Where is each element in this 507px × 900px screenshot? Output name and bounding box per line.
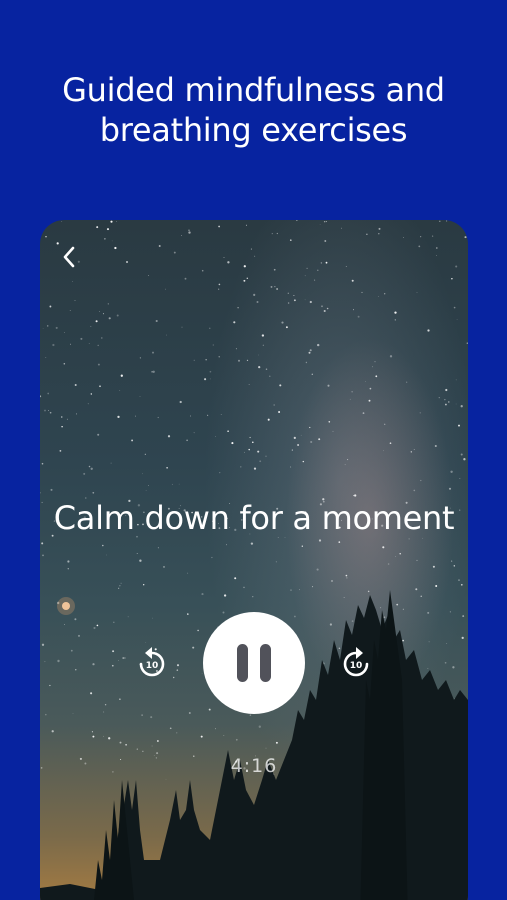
tree-silhouette bbox=[40, 590, 468, 900]
skip-forward-seconds: 10 bbox=[350, 661, 363, 671]
pause-icon-bar bbox=[260, 644, 271, 682]
skip-forward-button[interactable]: 10 bbox=[336, 644, 376, 684]
pause-button[interactable] bbox=[203, 612, 305, 714]
skip-back-button[interactable]: 10 bbox=[132, 644, 172, 684]
playback-controls: 10 10 bbox=[40, 612, 468, 716]
session-title: Calm down for a moment bbox=[53, 499, 455, 537]
back-button[interactable] bbox=[54, 242, 84, 272]
player-screen: Calm down for a moment 10 10 4:16 bbox=[40, 220, 468, 900]
skip-back-seconds: 10 bbox=[146, 661, 159, 671]
promo-screen: Guided mindfulness and breathing exercis… bbox=[0, 0, 507, 900]
promo-headline: Guided mindfulness and breathing exercis… bbox=[62, 71, 445, 149]
chevron-left-icon bbox=[63, 246, 75, 268]
elapsed-time: 4:16 bbox=[230, 755, 278, 777]
pause-icon bbox=[237, 644, 248, 682]
forward-10-icon: 10 bbox=[343, 647, 369, 677]
replay-10-icon: 10 bbox=[139, 647, 165, 677]
